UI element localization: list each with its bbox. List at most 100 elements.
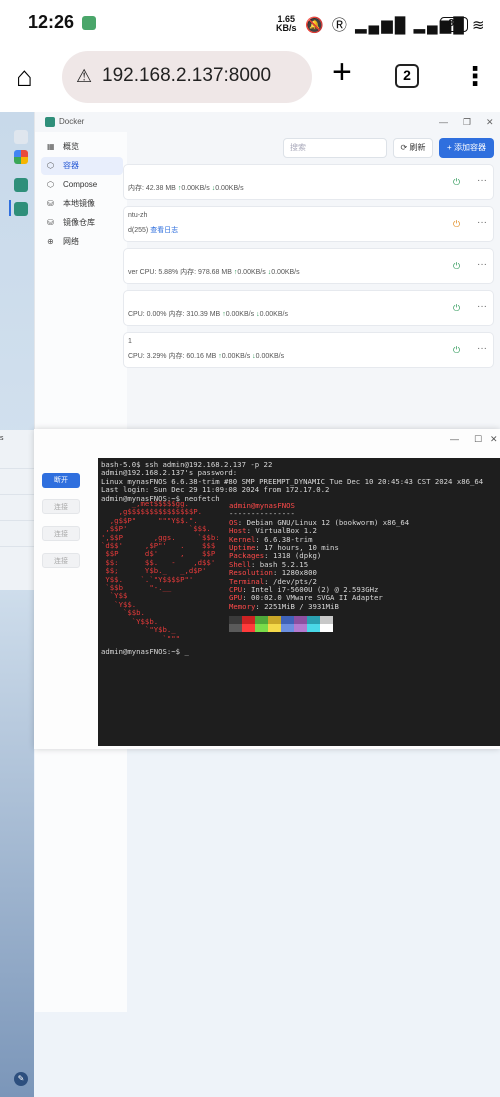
status-bar: 12:26 1.65 KB/s 🔕 Ⓡ ▂▄▆█ ▂▄▆█ ≋ 84: [0, 0, 500, 42]
terminal[interactable]: bash-5.0$ ssh admin@192.168.2.137 -p 22 …: [98, 458, 500, 746]
memory-stat: 内存: 60.16 MB: [168, 353, 217, 360]
color-swatch: [229, 624, 242, 632]
nav-compose[interactable]: ⬡ Compose: [41, 176, 123, 194]
power-icon[interactable]: ⏻: [453, 303, 460, 314]
color-swatch: [242, 624, 255, 632]
color-swatch: [268, 624, 281, 632]
network-speed: 1.65 KB/s: [276, 15, 297, 33]
container-card[interactable]: CPU: 0.00% 内存: 310.39 MB ↑0.00KB/s ↓0.00…: [123, 290, 494, 326]
color-swatch: [320, 624, 333, 632]
nav-network[interactable]: ⊕ 网络: [41, 233, 123, 251]
notification-app-icon: [82, 16, 96, 30]
download-stat: 0.00KB/s: [259, 311, 288, 318]
nav-overview[interactable]: ▦ 概览: [41, 138, 123, 156]
docker-logo-icon: [45, 117, 55, 127]
container-name: ntu-zh: [128, 212, 148, 219]
color-swatch: [242, 616, 255, 624]
minimize-icon[interactable]: —: [450, 434, 459, 444]
browser-toolbar: ⌂ ⚠ 192.168.2.137:8000 + 2 ⋮: [0, 42, 500, 112]
maximize-icon[interactable]: ☐: [474, 434, 482, 445]
divider: [0, 468, 34, 469]
download-stat: 0.00KB/s: [271, 269, 300, 276]
more-icon[interactable]: ···: [477, 301, 487, 312]
connect-button[interactable]: 连接: [42, 499, 80, 514]
color-swatch: [268, 616, 281, 624]
container-icon: ⬡: [47, 161, 54, 170]
power-icon[interactable]: ⏻: [453, 345, 460, 356]
nav-label: Compose: [63, 180, 98, 189]
ssh-window: — ☐ ✕ 断开 连接 连接 连接 bash-5.0$ ssh admin@19…: [34, 429, 500, 749]
neofetch-line: Memory: 2251MiB / 3931MiB: [229, 601, 339, 611]
download-stat: 0.00KB/s: [255, 353, 285, 360]
connect-button[interactable]: 连接: [42, 526, 80, 541]
debian-logo: _,met$$$$$gg. ,g$$$$$$$$$$$$$$$P. ,g$$P"…: [101, 499, 220, 643]
url-text[interactable]: 192.168.2.137:8000: [102, 65, 271, 87]
color-swatch: [281, 616, 294, 624]
ssh-app-icon[interactable]: [14, 202, 28, 216]
close-icon[interactable]: ✕: [490, 434, 498, 445]
app-grid-icon[interactable]: [14, 150, 28, 164]
info-value: 2251MiB / 3931MiB: [264, 601, 339, 611]
restore-icon[interactable]: ❐: [463, 117, 471, 128]
nav-label: 本地镜像: [63, 199, 95, 208]
web-desktop: ✎ s Docker — ❐ ✕ ▦ 概览 ⬡ 容器 ⬡ Compose ⛁ 本地镜像 …: [0, 112, 500, 1097]
warning-icon[interactable]: ⚠: [76, 66, 92, 87]
nav-local-images[interactable]: ⛁ 本地镜像: [41, 195, 123, 213]
nav-containers[interactable]: ⬡ 容器: [41, 157, 123, 175]
disconnect-button[interactable]: 断开: [42, 473, 80, 488]
network-icon: ⊕: [47, 237, 54, 246]
terminal-header: bash-5.0$ ssh admin@192.168.2.137 -p 22 …: [101, 460, 484, 503]
more-menu-icon[interactable]: ⋮: [462, 61, 488, 92]
container-status: d(255) 查看日志: [128, 225, 178, 235]
overview-icon: ▦: [47, 142, 55, 151]
download-stat: 0.00KB/s: [215, 185, 244, 192]
container-card[interactable]: ver CPU: 5.88% 内存: 978.68 MB ↑0.00KB/s ↓…: [123, 248, 494, 284]
container-card[interactable]: 1 CPU: 3.29% 内存: 60.16 MB ↑0.00KB/s ↓0.0…: [123, 332, 494, 368]
container-stats: CPU: 3.29% 内存: 60.16 MB ↑0.00KB/s ↓0.00K…: [128, 351, 284, 361]
refresh-button[interactable]: ⟳ 刷新: [393, 138, 433, 158]
cpu-stat: CPU: 0.00%: [128, 311, 167, 318]
home-icon[interactable]: ⌂: [16, 61, 33, 93]
divider: [0, 494, 34, 495]
container-card[interactable]: 内存: 42.38 MB ↑0.00KB/s ↓0.00KB/s ⏻ ···: [123, 164, 494, 200]
more-icon[interactable]: ···: [477, 343, 487, 354]
new-tab-icon[interactable]: +: [332, 53, 352, 92]
docker-app-icon[interactable]: [14, 178, 28, 192]
power-icon[interactable]: ⏻: [453, 261, 460, 272]
more-icon[interactable]: ···: [477, 217, 487, 228]
color-swatch: [307, 624, 320, 632]
color-swatch: [255, 624, 268, 632]
close-icon[interactable]: ✕: [486, 117, 494, 128]
exit-code: d(255): [128, 227, 149, 234]
nav-label: 网络: [63, 237, 79, 246]
registry-icon: ⛁: [47, 218, 54, 227]
container-card[interactable]: ntu-zh d(255) 查看日志 ⏻ ···: [123, 206, 494, 242]
power-icon[interactable]: ⏻: [453, 177, 460, 188]
minimize-icon[interactable]: —: [439, 117, 448, 127]
connect-button[interactable]: 连接: [42, 553, 80, 568]
clock: 12:26: [28, 12, 75, 32]
upload-stat: 0.00KB/s: [237, 269, 266, 276]
terminal-prompt: admin@mynasFNOS:~$ _: [101, 647, 189, 656]
ssh-side-panel: s: [0, 430, 34, 590]
network-speed-unit: KB/s: [276, 23, 297, 33]
monitor-icon[interactable]: [14, 130, 28, 144]
compose-icon: ⬡: [47, 180, 54, 189]
nav-label: 概览: [63, 142, 79, 151]
info-key: Memory: [229, 601, 256, 611]
more-icon[interactable]: ···: [477, 259, 487, 270]
view-logs-link[interactable]: 查看日志: [150, 227, 178, 234]
more-icon[interactable]: ···: [477, 175, 487, 186]
upload-stat: 0.00KB/s: [181, 185, 210, 192]
settings-icon[interactable]: ✎: [14, 1072, 28, 1086]
tab-count-button[interactable]: 2: [395, 64, 419, 88]
add-container-button[interactable]: + 添加容器: [439, 138, 494, 158]
color-swatch: [255, 616, 268, 624]
power-icon[interactable]: ⏻: [453, 219, 460, 230]
battery-icon: 84: [440, 17, 468, 32]
nav-registry[interactable]: ⛁ 镜像仓库: [41, 214, 123, 232]
memory-stat: 内存: 42.38 MB: [128, 185, 176, 192]
docker-titlebar[interactable]: Docker — ❐ ✕: [35, 112, 500, 132]
search-input[interactable]: 搜索: [283, 138, 387, 158]
divider: [0, 520, 34, 521]
